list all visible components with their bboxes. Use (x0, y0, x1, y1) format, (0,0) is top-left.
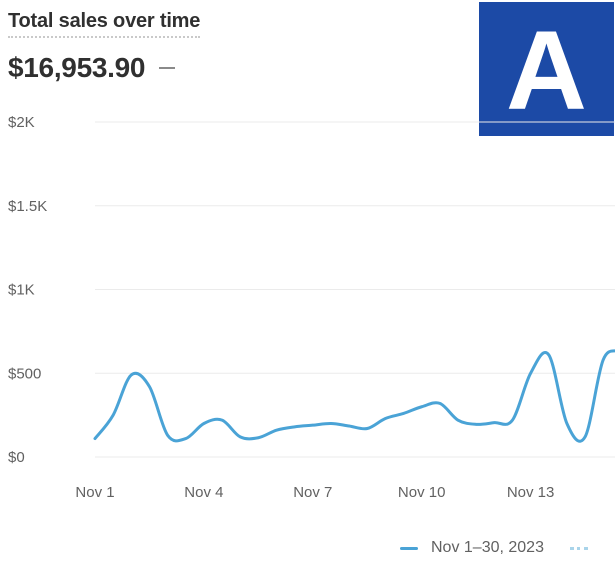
x-tick-label: Nov 13 (507, 484, 555, 501)
data-point (275, 429, 278, 432)
chart-title: Total sales over time (8, 10, 200, 38)
data-point (184, 437, 187, 440)
legend-label-current: Nov 1–30, 2023 (431, 539, 544, 556)
data-point (602, 358, 605, 362)
x-tick-label: Nov 4 (184, 484, 223, 501)
data-point (293, 425, 296, 429)
data-point (347, 424, 351, 428)
y-tick-label: $1.5K (8, 198, 47, 215)
data-point (438, 402, 442, 405)
data-point (420, 405, 423, 408)
data-point (130, 373, 133, 377)
data-point (220, 418, 224, 422)
series-line (93, 349, 615, 443)
total-sales-value: $16,953.90 (8, 52, 146, 83)
data-point (583, 435, 587, 439)
data-point (366, 427, 369, 430)
chart-legend[interactable]: Nov 1–30, 2023 (400, 539, 588, 557)
data-point (202, 422, 206, 425)
y-tick-label: $1K (8, 282, 35, 299)
data-point (565, 422, 569, 425)
data-point (511, 418, 514, 422)
x-tick-label: Nov 7 (293, 484, 332, 501)
data-point (329, 422, 333, 425)
total-row: $16,953.90 (8, 52, 176, 84)
data-point (111, 413, 115, 417)
data-point (166, 434, 169, 437)
data-point (239, 435, 242, 439)
legend-swatch-current (400, 546, 418, 550)
line-chart: $0 $500 $1K $1.5K $2K Nov 1 Nov 4 Nov 7 Nov 10 No… (8, 114, 615, 501)
data-point (257, 436, 260, 439)
y-tick-label: $500 (8, 365, 41, 382)
data-point (529, 372, 532, 375)
data-point (493, 421, 496, 424)
y-tick-label: $0 (8, 449, 25, 466)
x-tick-label: Nov 10 (398, 484, 446, 501)
x-tick-label: Nov 1 (75, 484, 114, 501)
change-indicator-dash (159, 67, 176, 69)
data-point (384, 417, 387, 420)
data-point (456, 418, 460, 422)
data-point (474, 423, 478, 426)
data-point (93, 437, 97, 440)
data-point (311, 423, 314, 427)
data-point (402, 412, 405, 415)
legend-swatch-comparison (569, 546, 588, 550)
data-point (148, 385, 151, 388)
y-tick-label: $2K (8, 114, 35, 131)
data-point (547, 353, 550, 357)
